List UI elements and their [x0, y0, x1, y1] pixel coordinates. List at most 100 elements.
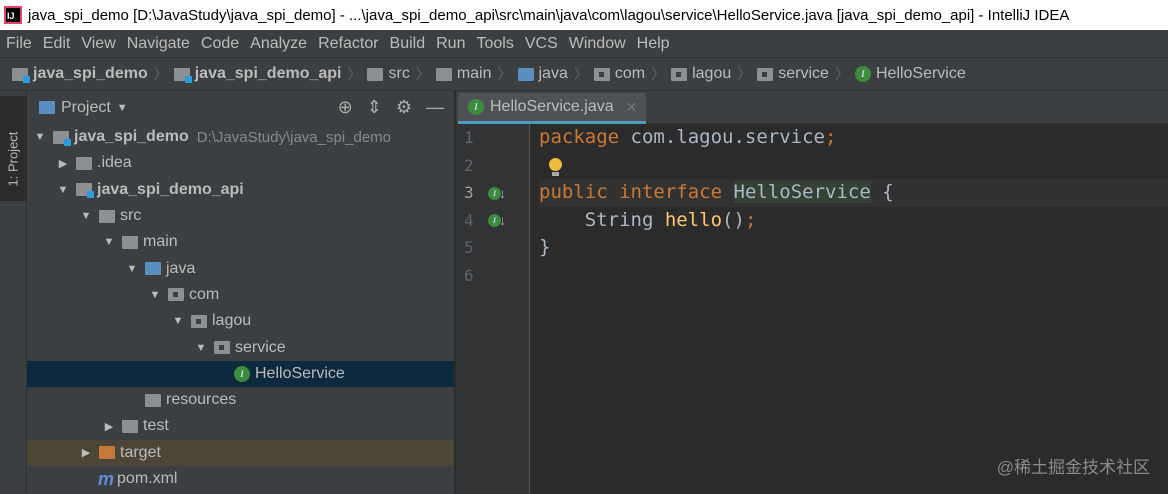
line-number: 2	[464, 155, 474, 175]
crumb-service[interactable]: service	[757, 65, 829, 83]
project-panel-header: Project ▼ ⊕ ⇕ ⚙ —	[27, 91, 454, 124]
collapsed-arrow-icon[interactable]: ▶	[100, 420, 118, 433]
source-folder-icon	[517, 67, 534, 81]
crumb-main[interactable]: main	[435, 65, 492, 83]
menu-run[interactable]: Run	[436, 35, 465, 53]
resources-folder-icon	[145, 393, 161, 407]
editor-gutter: 1 2 3 4 5 6 I ↓ I ↓	[456, 124, 530, 494]
code-line-1: package com.lagou.service;	[539, 126, 837, 148]
implemented-marker-icon[interactable]: I ↓	[488, 185, 506, 201]
folder-icon	[76, 156, 92, 170]
tree-item-resources[interactable]: resources	[27, 387, 454, 413]
line-number: 3	[464, 183, 474, 202]
package-icon	[757, 67, 774, 81]
menu-code[interactable]: Code	[201, 35, 239, 53]
project-view-selector[interactable]: Project	[61, 99, 111, 117]
line-number: 5	[464, 238, 474, 257]
close-icon[interactable]: ✕	[626, 99, 638, 116]
line-number: 6	[464, 265, 474, 285]
folder-icon	[99, 209, 115, 223]
expanded-arrow-icon[interactable]: ▼	[100, 236, 118, 248]
tree-item-com[interactable]: ▼ com	[27, 282, 454, 308]
source-folder-icon	[145, 262, 161, 276]
menu-file[interactable]: File	[6, 35, 32, 53]
package-icon	[593, 67, 610, 81]
tree-item-java[interactable]: ▼ java	[27, 255, 454, 281]
tree-item-java-spi-demo[interactable]: ▼ java_spi_demo D:\JavaStudy\java_spi_demo	[27, 124, 454, 150]
expanded-arrow-icon[interactable]: ▼	[146, 289, 164, 301]
crumb-project[interactable]: java_spi_demo	[12, 65, 148, 83]
package-icon	[168, 288, 184, 302]
collapsed-arrow-icon[interactable]: ▶	[77, 446, 95, 459]
expanded-arrow-icon[interactable]: ▼	[54, 184, 72, 196]
maven-icon: m	[98, 468, 115, 489]
window-title: java_spi_demo [D:\JavaStudy\java_spi_dem…	[28, 6, 1070, 24]
menu-tools[interactable]: Tools	[476, 35, 513, 53]
project-tree: ▼ java_spi_demo D:\JavaStudy\java_spi_demo…	[27, 124, 454, 492]
folder-icon	[122, 235, 138, 249]
collapse-all-icon[interactable]: ⇕	[367, 97, 382, 118]
title-bar: IJ java_spi_demo [D:\JavaStudy\java_spi_…	[0, 0, 1168, 30]
intellij-logo-icon: IJ	[4, 6, 22, 24]
hide-icon[interactable]: —	[426, 97, 444, 118]
menu-bar: File Edit View Navigate Code Analyze Ref…	[0, 30, 1168, 57]
module-folder-icon	[12, 67, 30, 83]
tree-item-target[interactable]: ▶ target	[27, 439, 454, 466]
expanded-arrow-icon[interactable]: ▼	[192, 342, 210, 354]
tree-item-java-spi-demo-api[interactable]: ▼ java_spi_demo_api	[27, 177, 454, 203]
menu-navigate[interactable]: Navigate	[127, 35, 190, 53]
crumb-src[interactable]: src	[367, 65, 410, 83]
module-folder-icon	[173, 67, 192, 83]
gear-icon[interactable]: ⚙	[396, 97, 412, 118]
expanded-arrow-icon[interactable]: ▼	[77, 210, 95, 222]
crumb-java[interactable]: java	[517, 65, 568, 83]
tree-item-src[interactable]: ▼ src	[27, 203, 454, 229]
tree-item-service[interactable]: ▼ service	[27, 334, 454, 360]
folder-icon	[367, 67, 384, 81]
project-panel: Project ▼ ⊕ ⇕ ⚙ — ▼ java_spi_demo D:\JavaS…	[27, 91, 455, 494]
locate-icon[interactable]: ⊕	[338, 97, 353, 118]
collapsed-arrow-icon[interactable]: ▶	[54, 157, 72, 170]
tree-item-pom-xml[interactable]: m pom.xml	[27, 466, 454, 492]
tree-item-helloservice[interactable]: I HelloService	[27, 360, 454, 387]
menu-help[interactable]: Help	[637, 35, 670, 53]
lightbulb-icon[interactable]	[549, 158, 563, 176]
crumb-module[interactable]: java_spi_demo_api	[173, 65, 341, 83]
expanded-arrow-icon[interactable]: ▼	[31, 131, 49, 143]
line-number: 1	[464, 128, 474, 147]
crumb-com[interactable]: com	[593, 65, 645, 83]
module-folder-icon	[53, 130, 71, 146]
implemented-marker-icon[interactable]: I ↓	[488, 212, 506, 228]
project-tool-tab[interactable]: 1: Project	[0, 96, 27, 201]
code-line-3: public interface HelloService {	[539, 179, 1168, 207]
menu-view[interactable]: View	[81, 35, 115, 53]
editor-tab-helloservice[interactable]: I HelloService.java ✕	[458, 93, 646, 124]
tree-item-idea[interactable]: ▶ .idea	[27, 150, 454, 176]
crumb-helloservice[interactable]: I HelloService	[854, 65, 966, 83]
menu-edit[interactable]: Edit	[43, 35, 71, 53]
interface-icon: I	[234, 365, 250, 382]
menu-build[interactable]: Build	[390, 35, 426, 53]
menu-refactor[interactable]: Refactor	[318, 35, 378, 53]
tree-item-test[interactable]: ▶ test	[27, 413, 454, 439]
tree-item-lagou[interactable]: ▼ lagou	[27, 308, 454, 334]
module-folder-icon	[76, 183, 94, 199]
chevron-down-icon[interactable]: ▼	[117, 102, 128, 114]
expanded-arrow-icon[interactable]: ▼	[169, 315, 187, 327]
crumb-lagou[interactable]: lagou	[671, 65, 731, 83]
code-editor[interactable]: package com.lagou.service; public interf…	[531, 124, 1168, 494]
package-icon	[191, 314, 207, 328]
menu-vcs[interactable]: VCS	[525, 35, 558, 53]
line-number: 4	[464, 210, 474, 230]
package-icon	[214, 341, 230, 355]
menu-analyze[interactable]: Analyze	[250, 35, 307, 53]
menu-window[interactable]: Window	[569, 35, 626, 53]
watermark: @稀土掘金技术社区	[996, 458, 1150, 477]
package-icon	[671, 67, 688, 81]
navigation-bar: java_spi_demo 〉 java_spi_demo_api 〉 src 〉 m…	[0, 57, 1168, 91]
code-line-5: }	[539, 236, 551, 258]
interface-icon: I	[854, 66, 871, 82]
tree-item-main[interactable]: ▼ main	[27, 229, 454, 255]
code-line-4: String hello();	[539, 208, 757, 231]
expanded-arrow-icon[interactable]: ▼	[123, 263, 141, 275]
